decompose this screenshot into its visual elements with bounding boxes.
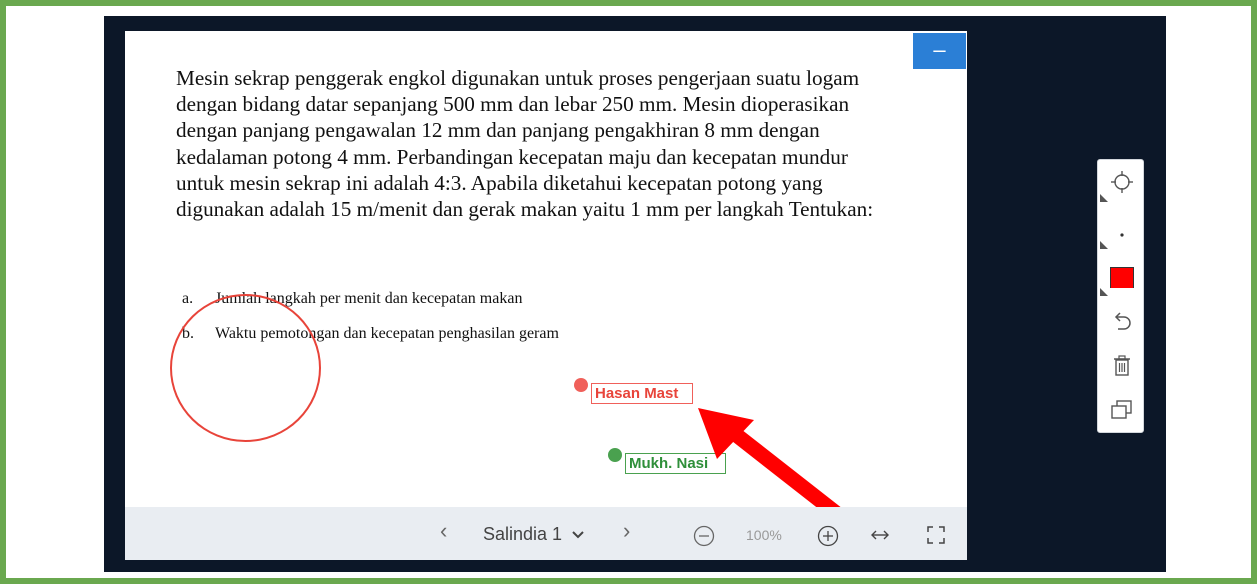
chevron-down-icon[interactable] xyxy=(572,530,584,540)
undo-button[interactable] xyxy=(1098,300,1145,344)
submenu-corner-icon xyxy=(1100,194,1108,202)
minimize-button[interactable]: – xyxy=(913,33,966,69)
slide-paragraph: Mesin sekrap penggerak engkol digunakan … xyxy=(176,66,874,222)
crosshair-icon xyxy=(1111,171,1133,193)
annotation-circle xyxy=(170,294,321,442)
zoom-in-icon[interactable] xyxy=(817,525,839,547)
undo-icon xyxy=(1114,312,1131,330)
submenu-corner-icon xyxy=(1100,241,1108,249)
slide-selector-label[interactable]: Salindia 1 xyxy=(483,524,562,545)
cursor-dot-mukh xyxy=(608,448,622,462)
clear-button[interactable] xyxy=(1098,344,1145,388)
pen-size-icon xyxy=(1120,233,1124,237)
pen-color-button[interactable] xyxy=(1098,254,1145,298)
color-swatch-icon xyxy=(1110,267,1134,288)
cursor-dot-hasan xyxy=(574,378,588,392)
cursor-label-hasan: Hasan Mast xyxy=(591,383,693,404)
crosshair-tool-button[interactable] xyxy=(1098,160,1145,204)
window-button[interactable] xyxy=(1098,388,1145,432)
pen-size-button[interactable] xyxy=(1098,207,1145,251)
trash-icon xyxy=(1114,355,1130,376)
fit-width-icon[interactable] xyxy=(870,529,890,541)
fullscreen-icon[interactable] xyxy=(926,525,946,545)
annotation-toolbar xyxy=(1097,159,1144,433)
chevron-left-icon[interactable]: ‹ xyxy=(440,518,447,544)
chevron-right-icon[interactable]: › xyxy=(623,518,630,544)
zoom-level: 100% xyxy=(746,527,782,543)
submenu-corner-icon xyxy=(1100,288,1108,296)
zoom-out-icon[interactable] xyxy=(693,525,715,547)
window-icon xyxy=(1111,400,1132,419)
